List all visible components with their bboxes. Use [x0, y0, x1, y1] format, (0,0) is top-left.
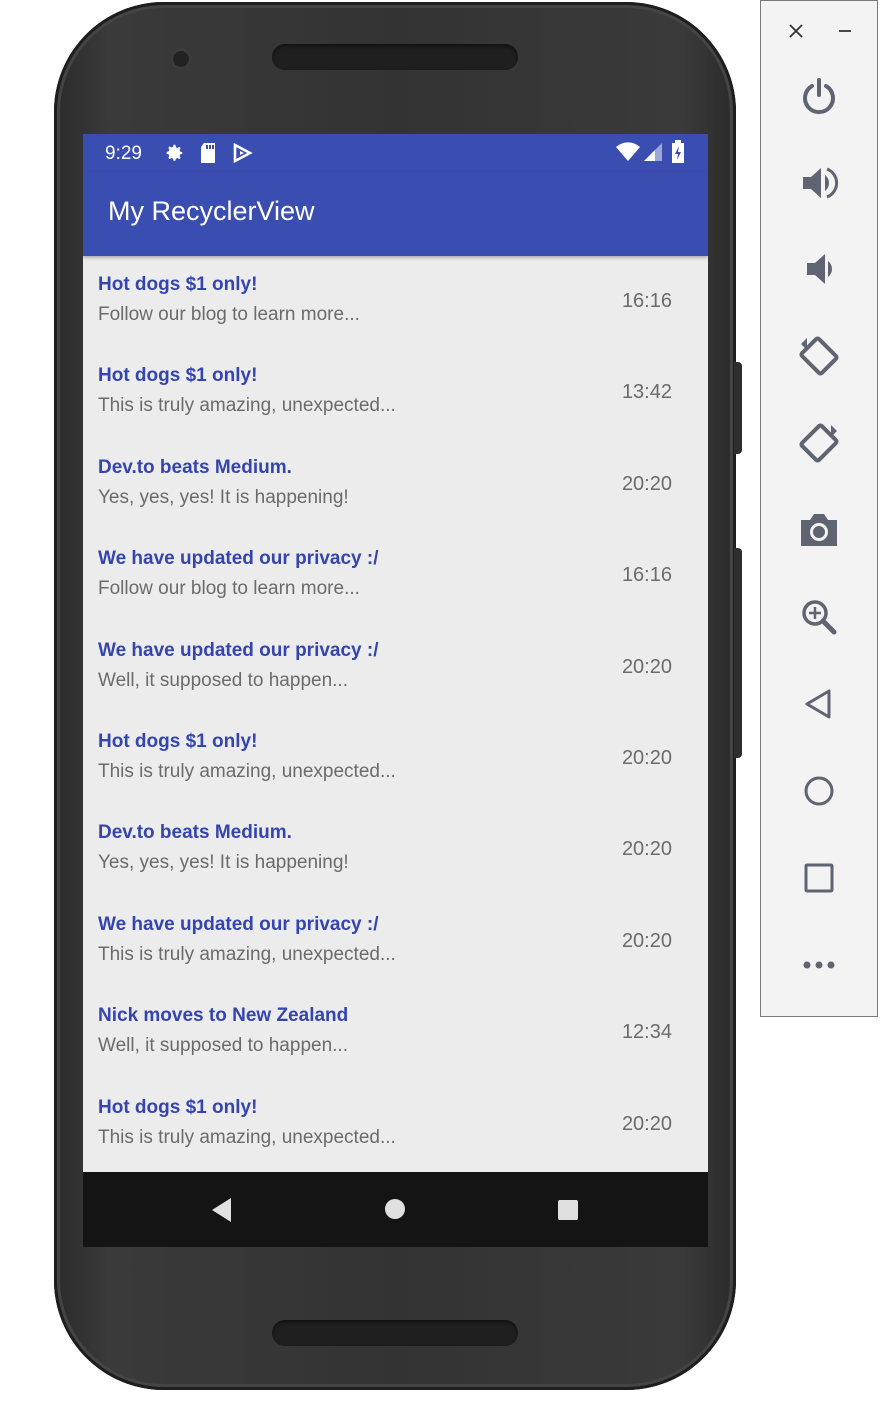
list-item[interactable]: We have updated our privacy :/ Follow our…: [83, 533, 708, 624]
status-time: 9:29: [105, 143, 142, 164]
screenshot-button[interactable]: [797, 508, 841, 552]
volume-up-button[interactable]: [797, 161, 841, 205]
wifi-icon: [616, 142, 640, 161]
home-icon: [804, 776, 834, 806]
zoom-button[interactable]: [797, 595, 841, 639]
message-subtitle: Follow our blog to learn more...: [98, 578, 360, 600]
rotate-right-button[interactable]: [797, 421, 841, 465]
more-icon: [803, 961, 835, 969]
status-bar: 9:29: [83, 134, 708, 172]
power-icon: [803, 78, 835, 115]
settings-icon: [166, 144, 183, 161]
recents-icon[interactable]: [557, 1199, 579, 1221]
navigation-bar: [83, 1172, 708, 1247]
rotate-right-icon: [799, 423, 839, 463]
back-icon[interactable]: [211, 1197, 233, 1223]
message-subtitle: Yes, yes, yes! It is happening!: [98, 852, 349, 874]
phone-power-button: [734, 362, 742, 454]
message-subtitle: This is truly amazing, unexpected...: [98, 1126, 396, 1148]
volume-down-icon: [807, 254, 832, 284]
panel-back-button[interactable]: [797, 682, 841, 726]
front-camera: [173, 51, 189, 67]
list-item[interactable]: We have updated our privacy :/ Well, it s…: [83, 625, 708, 716]
emulator-tool-panel: [760, 0, 878, 1017]
message-subtitle: This is truly amazing, unexpected...: [98, 395, 396, 417]
message-time: 16:16: [621, 290, 672, 312]
list-item[interactable]: We have updated our privacy :/ This is tr…: [83, 899, 708, 990]
cell-signal-icon: [644, 143, 662, 161]
message-subtitle: Follow our blog to learn more...: [98, 304, 360, 325]
phone-screen: 9:29 My RecyclerView Hot dogs $1 only! F…: [83, 134, 708, 1247]
message-time: 13:42: [621, 381, 672, 404]
message-time: 20:20: [621, 472, 672, 495]
panel-overview-button[interactable]: [797, 856, 841, 900]
app-bar: My RecyclerView: [83, 172, 708, 256]
message-time: 12:34: [621, 1021, 672, 1044]
message-title: Dev.to beats Medium.: [98, 822, 292, 844]
message-time: 20:20: [621, 746, 672, 769]
volume-down-button[interactable]: [797, 247, 841, 291]
rotate-left-icon: [799, 336, 839, 376]
phone-volume-button: [734, 548, 742, 758]
close-icon[interactable]: [788, 23, 804, 39]
back-icon: [805, 689, 831, 719]
message-title: We have updated our privacy :/: [98, 639, 379, 661]
message-list[interactable]: Hot dogs $1 only! Follow our blog to lear…: [83, 259, 708, 1173]
message-time: 20:20: [621, 929, 672, 952]
message-subtitle: Well, it supposed to happen...: [98, 1035, 348, 1057]
minimize-icon[interactable]: [837, 23, 853, 39]
camera-icon: [801, 514, 837, 546]
message-subtitle: Yes, yes, yes! It is happening!: [98, 486, 349, 508]
more-button[interactable]: [797, 943, 841, 987]
home-icon[interactable]: [384, 1198, 406, 1220]
message-title: Hot dogs $1 only!: [98, 365, 258, 387]
message-time: 16:16: [621, 564, 672, 587]
message-title: Dev.to beats Medium.: [98, 456, 292, 478]
list-item[interactable]: Hot dogs $1 only! This is truly amazing, …: [83, 350, 708, 441]
list-item[interactable]: Nick moves to New Zealand Well, it suppos…: [83, 990, 708, 1081]
power-button[interactable]: [797, 74, 841, 118]
message-title: We have updated our privacy :/: [98, 548, 379, 570]
sd-card-icon: [201, 143, 215, 163]
list-item[interactable]: Hot dogs $1 only! Follow our blog to lear…: [83, 259, 708, 350]
battery-icon: [672, 140, 684, 163]
message-title: Hot dogs $1 only!: [98, 1096, 258, 1118]
list-item[interactable]: Hot dogs $1 only! This is truly amazing, …: [83, 1082, 708, 1173]
rotate-left-button[interactable]: [797, 334, 841, 378]
top-speaker: [272, 44, 518, 70]
message-time: 20:20: [621, 655, 672, 678]
panel-home-button[interactable]: [797, 769, 841, 813]
message-subtitle: This is truly amazing, unexpected...: [98, 760, 396, 782]
zoom-icon: [802, 600, 837, 635]
message-title: Hot dogs $1 only!: [98, 730, 258, 752]
list-item[interactable]: Dev.to beats Medium. Yes, yes, yes! It is…: [83, 807, 708, 898]
app-title: My RecyclerView: [108, 196, 315, 226]
list-item[interactable]: Dev.to beats Medium. Yes, yes, yes! It is…: [83, 442, 708, 533]
message-time: 20:20: [621, 1112, 672, 1135]
bottom-speaker: [272, 1320, 518, 1346]
message-title: Nick moves to New Zealand: [98, 1005, 349, 1027]
play-store-icon: [233, 142, 253, 164]
message-subtitle: This is truly amazing, unexpected...: [98, 943, 396, 965]
message-subtitle: Well, it supposed to happen...: [98, 669, 348, 691]
volume-up-icon: [803, 167, 839, 199]
message-time: 20:20: [621, 838, 672, 861]
message-title: We have updated our privacy :/: [98, 913, 379, 935]
overview-icon: [804, 863, 834, 893]
message-title: Hot dogs $1 only!: [98, 274, 258, 295]
list-item[interactable]: Hot dogs $1 only! This is truly amazing, …: [83, 716, 708, 807]
